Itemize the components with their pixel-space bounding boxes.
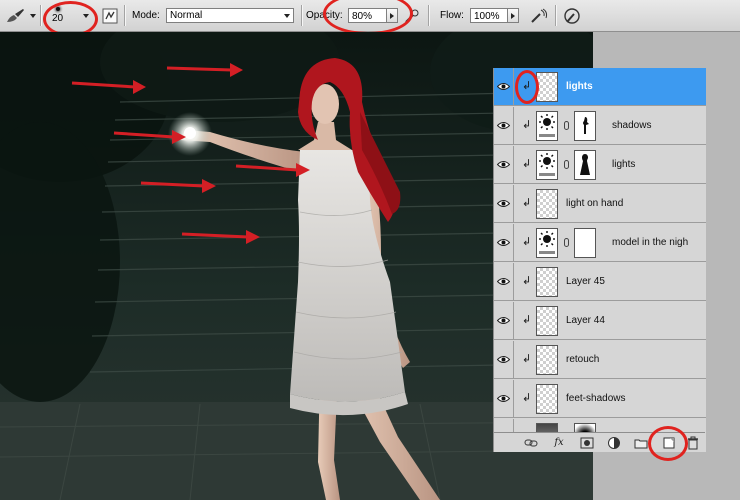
layers-panel: ↲ lights ↲ shadows ↲ lights ↲ light on h…	[493, 68, 706, 452]
opacity-slider-arrow-icon[interactable]	[387, 8, 398, 23]
layers-panel-footer: fx	[493, 432, 705, 452]
layer-row[interactable]: ↲ model in the nigh	[494, 224, 706, 262]
flow-field[interactable]: 100%	[470, 0, 519, 31]
clipping-mask-icon: ↲	[522, 196, 532, 209]
opacity-field[interactable]: 80%	[348, 0, 398, 31]
new-layer-icon[interactable]	[662, 436, 676, 450]
clipping-mask-icon: ↲	[522, 391, 532, 404]
tool-preset-dropdown-icon[interactable]	[30, 0, 36, 31]
eye-icon	[497, 356, 510, 363]
flow-value[interactable]: 100%	[470, 8, 508, 23]
layer-name[interactable]: Layer 44	[566, 315, 605, 326]
panel-dock-gap	[705, 68, 740, 452]
layer-name[interactable]: Layer 45	[566, 276, 605, 287]
layer-thumbnail	[536, 306, 558, 336]
opacity-value[interactable]: 80%	[348, 8, 387, 23]
visibility-toggle[interactable]	[494, 68, 514, 106]
eye-icon	[497, 200, 510, 207]
adjustment-layer-icon[interactable]	[607, 436, 621, 450]
layer-thumbnail	[536, 72, 558, 102]
clipping-mask-icon: ↲	[522, 157, 532, 170]
visibility-toggle[interactable]	[494, 224, 514, 262]
brush-tool-icon[interactable]	[4, 0, 26, 31]
clipping-mask-icon: ↲	[522, 274, 532, 287]
layer-mask-thumbnail[interactable]	[574, 150, 596, 180]
layer-thumbnail	[536, 384, 558, 414]
layer-row[interactable]: ↲ retouch	[494, 341, 706, 379]
layer-row[interactable]: ↲ lights	[494, 68, 706, 106]
visibility-toggle[interactable]	[494, 185, 514, 223]
visibility-toggle[interactable]	[494, 341, 514, 379]
pen-pressure-size-icon[interactable]	[563, 0, 581, 31]
layer-row[interactable]: ↲ feet-shadows	[494, 380, 706, 418]
visibility-toggle[interactable]	[494, 302, 514, 340]
layer-name[interactable]: light on hand	[566, 198, 623, 209]
mode-select[interactable]: Normal	[166, 0, 294, 31]
brush-tip-icon	[55, 7, 60, 11]
brightness-adjustment-icon	[536, 150, 558, 180]
layer-thumbnail	[536, 345, 558, 375]
new-group-icon[interactable]	[634, 436, 648, 450]
layer-row[interactable]: ↲ shadows	[494, 107, 706, 145]
eye-icon	[497, 278, 510, 285]
fx-icon[interactable]: fx	[552, 436, 566, 450]
layer-row[interactable]: ↲ light on hand	[494, 185, 706, 223]
visibility-toggle[interactable]	[494, 380, 514, 418]
mode-dropdown-icon	[284, 13, 290, 18]
flow-slider-arrow-icon[interactable]	[508, 8, 519, 23]
brush-panel-toggle-icon[interactable]	[102, 0, 118, 31]
brush-size-label: 20	[52, 13, 64, 24]
layer-row[interactable]: ↲ Layer 44	[494, 302, 706, 340]
eye-icon	[497, 395, 510, 402]
layer-mask-thumbnail[interactable]	[574, 228, 596, 258]
layer-name[interactable]: shadows	[612, 120, 651, 131]
brush-preset-dropdown-icon[interactable]	[83, 0, 89, 31]
layer-thumbnail	[536, 267, 558, 297]
visibility-toggle[interactable]	[494, 146, 514, 184]
clipping-mask-icon: ↲	[522, 79, 532, 92]
layer-name[interactable]: model in the nigh	[612, 237, 688, 248]
pen-pressure-opacity-icon[interactable]	[404, 0, 420, 31]
mask-link-icon[interactable]	[564, 121, 569, 130]
brush-preset-picker[interactable]: 20	[52, 0, 63, 31]
layer-row[interactable]: ↲ lights	[494, 146, 706, 184]
brightness-adjustment-icon	[536, 111, 558, 141]
eye-icon	[497, 122, 510, 129]
brightness-adjustment-icon	[536, 228, 558, 258]
mask-link-icon[interactable]	[564, 238, 569, 247]
visibility-toggle[interactable]	[494, 107, 514, 145]
eye-icon	[497, 83, 510, 90]
layer-name[interactable]: retouch	[566, 354, 599, 365]
airbrush-icon[interactable]	[530, 0, 548, 31]
layer-thumbnail	[536, 189, 558, 219]
layer-name[interactable]: feet-shadows	[566, 393, 625, 404]
layer-mask-thumbnail[interactable]	[574, 111, 596, 141]
add-mask-icon[interactable]	[580, 436, 594, 450]
layer-name[interactable]: lights	[612, 159, 635, 170]
layer-name[interactable]: lights	[566, 81, 593, 92]
opacity-label: Opacity:	[306, 10, 343, 21]
eye-icon	[497, 239, 510, 246]
eye-icon	[497, 317, 510, 324]
clipping-mask-icon: ↲	[522, 235, 532, 248]
clipping-mask-icon: ↲	[522, 118, 532, 131]
options-bar: 20 Mode: Normal Opacity: 80% Flow: 100%	[0, 0, 740, 37]
link-layers-icon[interactable]	[524, 436, 538, 450]
visibility-toggle[interactable]	[494, 263, 514, 301]
clipping-mask-icon: ↲	[522, 313, 532, 326]
mode-label: Mode:	[132, 10, 160, 21]
mode-value: Normal	[170, 10, 203, 21]
flow-label: Flow:	[440, 10, 464, 21]
layer-row[interactable]: ↲ Layer 45	[494, 263, 706, 301]
eye-icon	[497, 161, 510, 168]
mask-link-icon[interactable]	[564, 160, 569, 169]
clipping-mask-icon: ↲	[522, 352, 532, 365]
trash-icon[interactable]	[686, 436, 700, 450]
